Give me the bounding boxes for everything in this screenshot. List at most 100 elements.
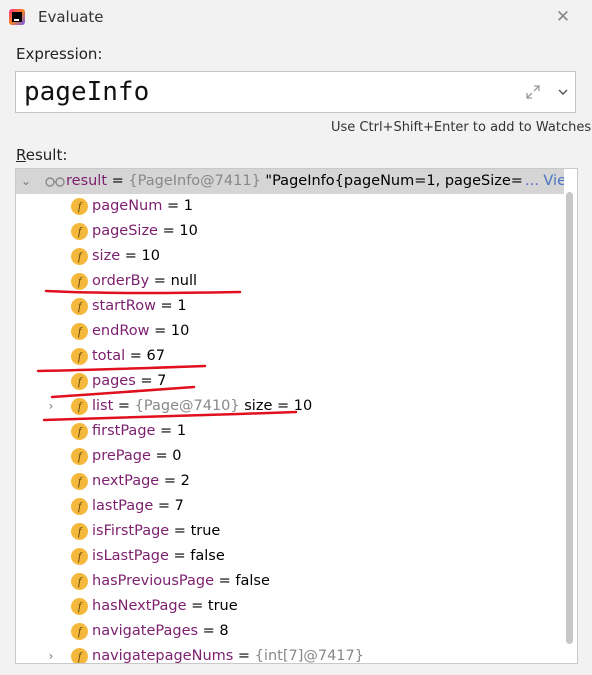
tree-row-field[interactable]: f isFirstPage = true [16,519,564,544]
vertical-scrollbar[interactable] [565,170,576,662]
chevron-right-icon[interactable]: › [45,644,57,663]
field-icon: f [71,548,88,565]
field-eq: = [155,298,178,314]
close-button[interactable]: ✕ [552,6,574,28]
field-value: 10 [141,248,160,264]
field-eq: = [169,523,191,539]
field-name: total [92,348,126,364]
tree-row-field[interactable]: f endRow = 10 [16,319,564,344]
field-value: 1 [183,198,193,214]
field-value: 10 [170,323,190,339]
field-icon: f [71,448,88,465]
field-name: lastPage [92,498,154,514]
field-value: size = 10 [239,398,313,414]
field-name: list [92,398,114,414]
tree-row-field-expandable[interactable]: › f list = {Page@7410} size = 10 [16,394,564,419]
field-ref: {int[7]@7417} [254,648,364,664]
field-value: 1 [177,298,187,314]
field-name: startRow [92,298,156,314]
scrollbar-thumb[interactable] [566,192,573,644]
field-name: endRow [92,323,150,339]
field-name: pageNum [92,198,163,214]
field-name: hasPreviousPage [92,573,215,589]
field-eq: = [162,198,184,214]
field-value: false [235,573,270,589]
tree-row-field[interactable]: f lastPage = 7 [16,494,564,519]
field-name: navigatepageNums [92,648,234,664]
field-value: null [170,273,198,289]
expression-input[interactable] [24,75,504,109]
tree-row-field[interactable]: f isLastPage = false [16,544,564,569]
tree-row-field[interactable]: f hasPreviousPage = false [16,569,564,594]
field-value: 7 [174,498,184,514]
field-value: 7 [157,373,167,389]
window-title: Evaluate [38,8,104,26]
tree-row-field[interactable]: f prePage = 0 [16,444,564,469]
tree-row-result[interactable]: ⌄ result = {PageInfo@7411} "PageInfo{pag… [16,169,564,194]
tree-row-field-expandable[interactable]: › f navigatepageNums = {int[7]@7417} [16,644,564,664]
tree-row-field[interactable]: f navigatePages = 8 [16,619,564,644]
field-name: isLastPage [92,548,169,564]
chevron-right-icon[interactable]: › [45,394,57,419]
field-name: firstPage [92,423,156,439]
field-value: 8 [219,623,229,639]
field-icon: f [71,223,88,240]
tree-row-field[interactable]: f pages = 7 [16,369,564,394]
field-name: pageSize [92,223,158,239]
field-icon: f [71,473,88,490]
title-bar: Evaluate ✕ [0,0,592,34]
field-eq: = [125,348,147,364]
field-icon: f [71,323,88,340]
field-icon: f [71,198,88,215]
field-name: size [92,248,121,264]
tree-row-field[interactable]: f nextPage = 2 [16,469,564,494]
expand-icon[interactable] [525,84,541,100]
field-value: 1 [176,423,187,439]
field-eq: = [149,273,171,289]
tree-row-field[interactable]: f total = 67 [16,344,564,369]
root-name: result [66,173,108,189]
result-tree[interactable]: ⌄ result = {PageInfo@7411} "PageInfo{pag… [15,168,578,664]
field-name: navigatePages [92,623,199,639]
field-eq: = [150,448,173,464]
field-eq: = [149,323,171,339]
tree-row-field[interactable]: f orderBy = null [16,269,564,294]
field-eq: = [157,223,180,239]
field-eq: = [135,373,158,389]
field-name: prePage [92,448,151,464]
close-icon: ✕ [555,7,571,27]
field-icon: f [71,523,88,540]
tree-row-field[interactable]: f firstPage = 1 [16,419,564,444]
tree-row-field[interactable]: f startRow = 1 [16,294,564,319]
field-icon: f [71,648,88,663]
field-ref: {Page@7410} [134,398,240,414]
field-eq: = [214,573,236,589]
field-icon: f [71,248,88,265]
chevron-down-icon[interactable] [556,84,570,100]
tree-row-field[interactable]: f hasNextPage = true [16,594,564,619]
field-icon: f [71,573,88,590]
field-value: true [207,598,238,614]
field-name: pages [92,373,136,389]
root-eq: = [107,173,129,189]
field-name: orderBy [92,273,150,289]
add-to-watches-hint: Use Ctrl+Shift+Enter to add to Watches [331,120,592,135]
field-value: false [190,548,225,564]
tree-row-field[interactable]: f size = 10 [16,244,564,269]
chevron-down-icon[interactable]: ⌄ [20,169,32,194]
expression-field[interactable] [15,71,576,113]
field-value: 67 [146,348,165,364]
app-logo-icon [9,9,25,25]
field-icon: f [71,398,88,415]
field-icon: f [71,598,88,615]
view-link[interactable]: ... View [523,169,564,194]
tree-row-field[interactable]: f pageNum = 1 [16,194,564,219]
field-value: 10 [179,223,198,239]
field-icon: f [71,623,88,640]
tree-row-field[interactable]: f pageSize = 10 [16,219,564,244]
field-eq: = [113,398,135,414]
field-icon: f [71,348,88,365]
field-icon: f [71,498,88,515]
field-value: 2 [180,473,190,489]
field-icon: f [71,298,88,315]
